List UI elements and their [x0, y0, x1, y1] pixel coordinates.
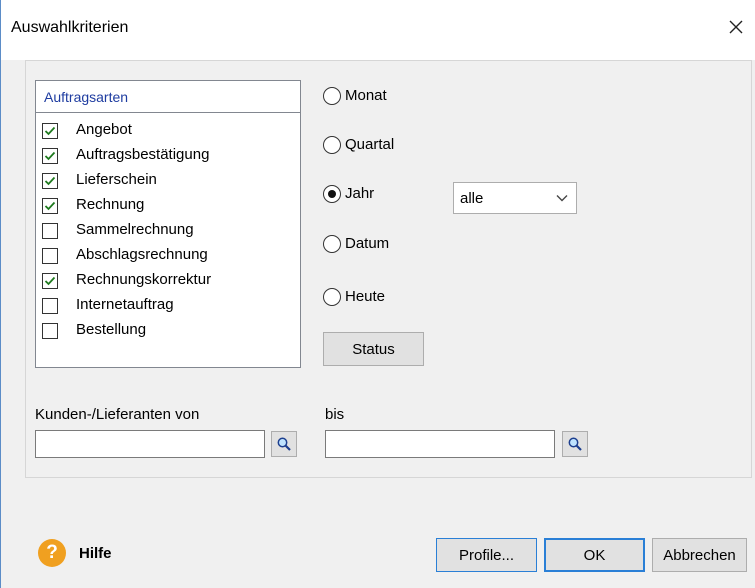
list-item-auftragsbestaetigung[interactable]: Auftragsbestätigung — [42, 144, 292, 168]
check-icon — [44, 276, 56, 286]
checkbox[interactable] — [42, 223, 58, 239]
list-item-label: Sammelrechnung — [76, 221, 194, 238]
radio-circle[interactable] — [323, 185, 341, 203]
list-item-angebot[interactable]: Angebot — [42, 119, 292, 143]
list-item-label: Internetauftrag — [76, 296, 174, 313]
checkbox[interactable] — [42, 298, 58, 314]
title-bar: Auswahlkriterien — [1, 0, 755, 60]
radio-circle[interactable] — [323, 136, 341, 154]
radio-circle[interactable] — [323, 87, 341, 105]
list-item-label: Rechnungskorrektur — [76, 271, 212, 288]
ok-button-label: OK — [583, 546, 606, 564]
list-item-lieferschein[interactable]: Lieferschein — [42, 169, 292, 193]
list-item-rechnungskorrektur[interactable]: Rechnungskorrektur — [42, 269, 292, 293]
to-input[interactable] — [325, 430, 555, 458]
check-icon — [44, 126, 56, 136]
ok-button[interactable]: OK — [544, 538, 645, 572]
status-button-label: Status — [352, 340, 395, 358]
radio-quartal[interactable]: Quartal — [323, 134, 443, 158]
status-button[interactable]: Status — [323, 332, 424, 366]
list-header: Auftragsarten — [36, 81, 300, 113]
from-label: Kunden-/Lieferanten von — [35, 406, 200, 423]
list-item-label: Auftragsbestätigung — [76, 146, 210, 163]
close-icon — [729, 20, 743, 34]
radio-monat[interactable]: Monat — [323, 85, 443, 109]
list-item-rechnung[interactable]: Rechnung — [42, 194, 292, 218]
radio-label: Heute — [345, 288, 386, 305]
chevron-down-icon — [556, 195, 568, 202]
list-item-internetauftrag[interactable]: Internetauftrag — [42, 294, 292, 318]
radio-label: Jahr — [345, 185, 375, 202]
checkbox[interactable] — [42, 198, 58, 214]
list-item-abschlagsrechnung[interactable]: Abschlagsrechnung — [42, 244, 292, 268]
radio-selected-dot — [328, 190, 336, 198]
list-item-label: Angebot — [76, 121, 132, 138]
radio-label: Monat — [345, 87, 387, 104]
checkbox[interactable] — [42, 123, 58, 139]
list-item-label: Bestellung — [76, 321, 147, 338]
checkbox[interactable] — [42, 248, 58, 264]
to-search-button[interactable] — [562, 431, 588, 457]
dialog-window: Auswahlkriterien Auftragsarten Angebot A… — [0, 0, 755, 588]
to-label: bis — [325, 406, 345, 423]
checkbox[interactable] — [42, 173, 58, 189]
radio-label: Datum — [345, 235, 390, 252]
radio-datum[interactable]: Datum — [323, 233, 443, 257]
search-icon — [568, 437, 582, 451]
profile-button-label: Profile... — [458, 546, 515, 564]
check-icon — [44, 201, 56, 211]
radio-circle[interactable] — [323, 235, 341, 253]
cancel-button-label: Abbrechen — [663, 546, 736, 564]
checkbox[interactable] — [42, 323, 58, 339]
help-icon[interactable]: ? — [38, 539, 66, 567]
radio-heute[interactable]: Heute — [323, 286, 443, 310]
close-button[interactable] — [716, 10, 755, 44]
radio-circle[interactable] — [323, 288, 341, 306]
list-item-bestellung[interactable]: Bestellung — [42, 319, 292, 343]
order-type-list[interactable]: Auftragsarten Angebot Auftragsbestätigun… — [35, 80, 301, 368]
list-item-sammelrechnung[interactable]: Sammelrechnung — [42, 219, 292, 243]
list-item-label: Lieferschein — [76, 171, 157, 188]
from-search-button[interactable] — [271, 431, 297, 457]
search-icon — [277, 437, 291, 451]
check-icon — [44, 176, 56, 186]
help-label[interactable]: Hilfe — [79, 545, 112, 562]
check-icon — [44, 151, 56, 161]
checkbox[interactable] — [42, 148, 58, 164]
from-input[interactable] — [35, 430, 265, 458]
radio-jahr[interactable]: Jahr — [323, 183, 443, 207]
list-item-label: Abschlagsrechnung — [76, 246, 208, 263]
list-item-label: Rechnung — [76, 196, 145, 213]
profile-button[interactable]: Profile... — [436, 538, 537, 572]
radio-label: Quartal — [345, 136, 395, 153]
cancel-button[interactable]: Abbrechen — [652, 538, 747, 572]
checkbox[interactable] — [42, 273, 58, 289]
dialog-title: Auswahlkriterien — [11, 19, 129, 36]
year-select-value: alle — [460, 190, 484, 207]
year-select[interactable]: alle — [453, 182, 577, 214]
